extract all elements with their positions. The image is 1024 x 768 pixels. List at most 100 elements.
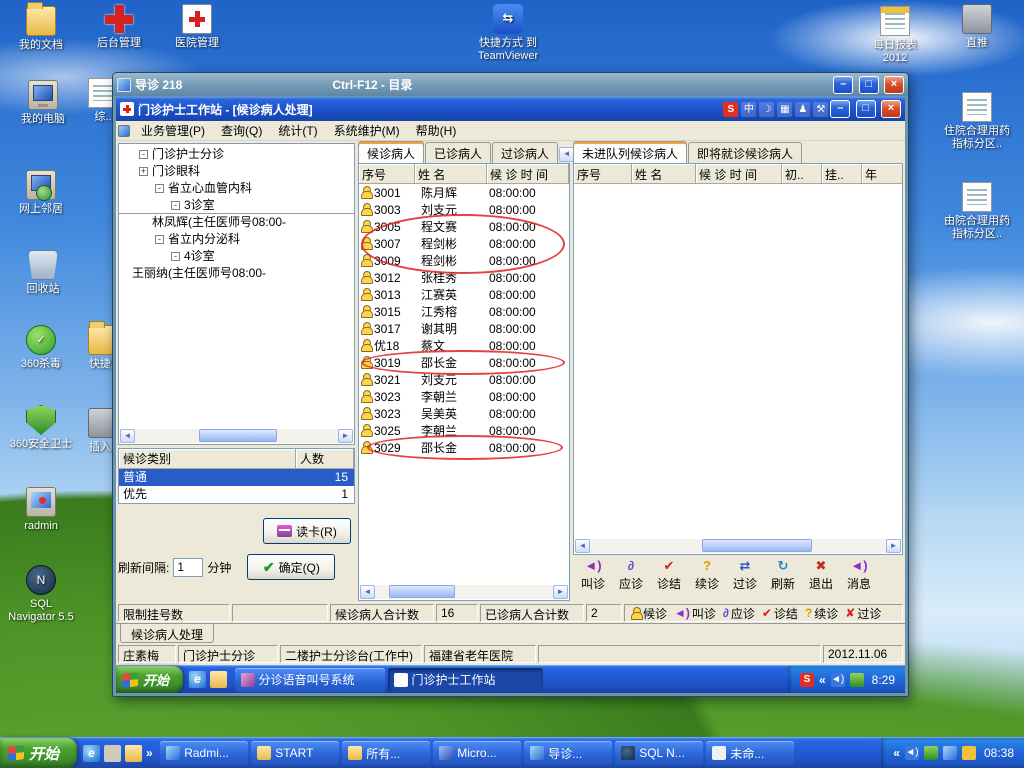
desktop-icon-inpatient-report1[interactable]: 住院合理用药指标分区.. <box>944 92 1010 150</box>
show-desktop-icon[interactable] <box>104 744 122 762</box>
close-button[interactable]: × <box>881 100 901 118</box>
patient-row[interactable]: 3012 张桂秀 08:00:00 <box>359 269 569 286</box>
tab-waiting-patients[interactable]: 候诊病人 <box>358 141 425 163</box>
patient-row[interactable]: 3007 程剑彬 08:00:00 <box>359 235 569 252</box>
tree-node[interactable]: - 省立心血管内科 <box>119 180 354 197</box>
grid-horizontal-scrollbar[interactable]: ◄ ► <box>360 585 568 599</box>
column-header[interactable]: 姓 名 <box>632 164 696 183</box>
patient-row[interactable]: 3029 邵长金 08:00:00 <box>359 439 569 456</box>
toolbar-button[interactable]: ◄) 叫诊 <box>575 558 611 601</box>
toolbar-button[interactable]: ◄) 消息 <box>841 558 877 601</box>
task-button[interactable]: Radmi... <box>160 741 249 765</box>
ie-icon[interactable]: e <box>83 744 101 762</box>
desktop-icon-daily-report[interactable]: 每日报表2012 <box>862 6 928 64</box>
grid-horizontal-scrollbar[interactable]: ◄ ► <box>575 539 901 553</box>
tree-horizontal-scrollbar[interactable]: ◄ ► <box>120 429 353 443</box>
update-icon[interactable] <box>961 746 976 760</box>
patient-row[interactable]: 3009 程剑彬 08:00:00 <box>359 252 569 269</box>
column-header[interactable]: 序号 <box>359 164 415 183</box>
task-button[interactable]: Micro... <box>433 741 522 765</box>
tree-node[interactable]: + 门诊眼科 <box>119 163 354 180</box>
desktop-icon-sql-navigator[interactable]: N SQL Navigator 5.5 <box>8 565 74 623</box>
maximize-button[interactable]: □ <box>858 75 879 94</box>
patient-row[interactable]: 3025 李朝兰 08:00:00 <box>359 422 569 439</box>
scroll-right-icon[interactable]: ► <box>553 585 568 599</box>
desktop-icon-backend[interactable]: 后台管理 <box>86 4 152 50</box>
tree-toggle-icon[interactable]: - <box>155 235 164 245</box>
scrollbar-thumb[interactable] <box>389 585 455 598</box>
patient-row[interactable]: 3019 邵长金 08:00:00 <box>359 354 569 371</box>
desktop-icon-my-documents[interactable]: 我的文档 <box>8 2 74 52</box>
menu-item[interactable]: 业务管理(P) <box>134 120 212 141</box>
patient-row[interactable]: 3017 谢其明 08:00:00 <box>359 320 569 337</box>
minimize-button[interactable]: – <box>830 100 851 118</box>
patient-row[interactable]: 3023 李朝兰 08:00:00 <box>359 388 569 405</box>
task-nurse-workstation[interactable]: 门诊护士工作站 <box>387 667 543 692</box>
column-header[interactable]: 候 诊 时 间 <box>696 164 782 183</box>
category-row-normal[interactable]: 普通 15 <box>119 469 354 486</box>
tree-node[interactable]: - 省立内分泌科 <box>119 231 354 248</box>
tab-not-in-queue[interactable]: 未进队列候诊病人 <box>573 141 688 163</box>
scroll-right-icon[interactable]: ► <box>886 539 901 553</box>
radmin-titlebar[interactable]: 导诊 218 Ctrl-F12 - 目录 – □ × <box>113 73 908 96</box>
desktop-icon-my-computer[interactable]: 我的电脑 <box>10 80 76 126</box>
column-header[interactable]: 年 <box>862 164 902 183</box>
toolbar-button[interactable]: ⇄ 过诊 <box>727 558 763 601</box>
ime-icon[interactable]: S <box>723 101 739 117</box>
tree-toggle-icon[interactable]: - <box>155 184 164 194</box>
language-icon[interactable]: 中 <box>741 101 757 117</box>
tab-upcoming[interactable]: 即将就诊候诊病人 <box>688 142 803 163</box>
tree-toggle-icon[interactable]: - <box>171 201 180 211</box>
patient-row[interactable]: 3003 刘支元 08:00:00 <box>359 201 569 218</box>
app-titlebar[interactable]: 门诊护士工作站 - [候诊病人处理] S 中 ☽ ▦ ♟ ⚒ – □ × <box>116 97 905 121</box>
menu-item[interactable]: 系统维护(M) <box>327 120 407 141</box>
toolbar-button[interactable]: ↻ 刷新 <box>765 558 801 601</box>
patient-row[interactable]: 优18 蔡文 08:00:00 <box>359 337 569 354</box>
volume-icon[interactable]: ◄) <box>830 672 845 687</box>
patient-row[interactable]: 3023 吴美英 08:00:00 <box>359 405 569 422</box>
close-button[interactable]: × <box>884 75 904 94</box>
ime-tray-icon[interactable]: S <box>799 672 814 687</box>
category-row-priority[interactable]: 优先 1 <box>119 486 354 503</box>
desktop-icon-network-places[interactable]: 网上邻居 <box>8 170 74 216</box>
confirm-button[interactable]: ✔ 确定(Q) <box>247 554 336 580</box>
tree-toggle-icon[interactable]: - <box>171 252 180 262</box>
tree-node[interactable]: -4诊室 <box>119 248 354 265</box>
user-icon[interactable]: ♟ <box>795 101 811 117</box>
tree-node[interactable]: -3诊室 <box>119 197 354 214</box>
column-header[interactable]: 序号 <box>574 164 632 183</box>
toolbar-button[interactable]: ✔ 诊结 <box>651 558 687 601</box>
scroll-left-icon[interactable]: ◄ <box>120 429 135 443</box>
patient-row[interactable]: 3013 江赛英 08:00:00 <box>359 286 569 303</box>
desktop-icon-inpatient-report2[interactable]: 由院合理用药指标分区.. <box>944 182 1010 240</box>
tree-toggle-icon[interactable]: - <box>139 150 148 160</box>
toolbar-button[interactable]: ✖ 退出 <box>803 558 839 601</box>
task-voice-call-system[interactable]: 分诊语音叫号系统 <box>234 667 385 692</box>
task-button[interactable]: START <box>251 741 340 765</box>
patient-row[interactable]: 3015 江秀榕 08:00:00 <box>359 303 569 320</box>
tree-node[interactable]: 林凤辉(主任医师号08:00- <box>119 214 354 231</box>
desktop-icon-teamviewer[interactable]: ⇆ 快捷方式 到 TeamViewer <box>472 4 544 62</box>
tab-seen-patients[interactable]: 已诊病人 <box>425 142 492 163</box>
scroll-left-icon[interactable]: ◄ <box>575 539 590 553</box>
scroll-right-icon[interactable]: ► <box>338 429 353 443</box>
folder-icon[interactable] <box>125 744 143 762</box>
menu-item[interactable]: 统计(T) <box>271 120 324 141</box>
column-header[interactable]: 姓 名 <box>415 164 487 183</box>
minimize-button[interactable]: – <box>833 75 854 94</box>
tab-waiting-patient-processing[interactable]: 候诊病人处理 <box>120 624 215 643</box>
column-header[interactable]: 挂.. <box>822 164 862 183</box>
task-button[interactable]: SQL N... <box>615 741 704 765</box>
restore-button[interactable]: □ <box>855 100 876 118</box>
column-header[interactable]: 候诊类别 <box>119 449 296 469</box>
start-button[interactable]: 开始 <box>0 738 78 768</box>
moon-icon[interactable]: ☽ <box>759 101 775 117</box>
column-header[interactable]: 候 诊 时 间 <box>487 164 569 183</box>
task-button[interactable]: 导诊... <box>524 741 613 765</box>
read-card-button[interactable]: 读卡(R) <box>263 518 351 544</box>
toolbar-button[interactable]: ∂ 应诊 <box>613 558 649 601</box>
scroll-left-icon[interactable]: ◄ <box>360 585 375 599</box>
tree-node[interactable]: 王丽纳(主任医师号08:00- <box>119 265 354 282</box>
scrollbar-thumb[interactable] <box>702 539 813 552</box>
tab-scroll-left-icon[interactable]: ◄ <box>559 147 575 162</box>
